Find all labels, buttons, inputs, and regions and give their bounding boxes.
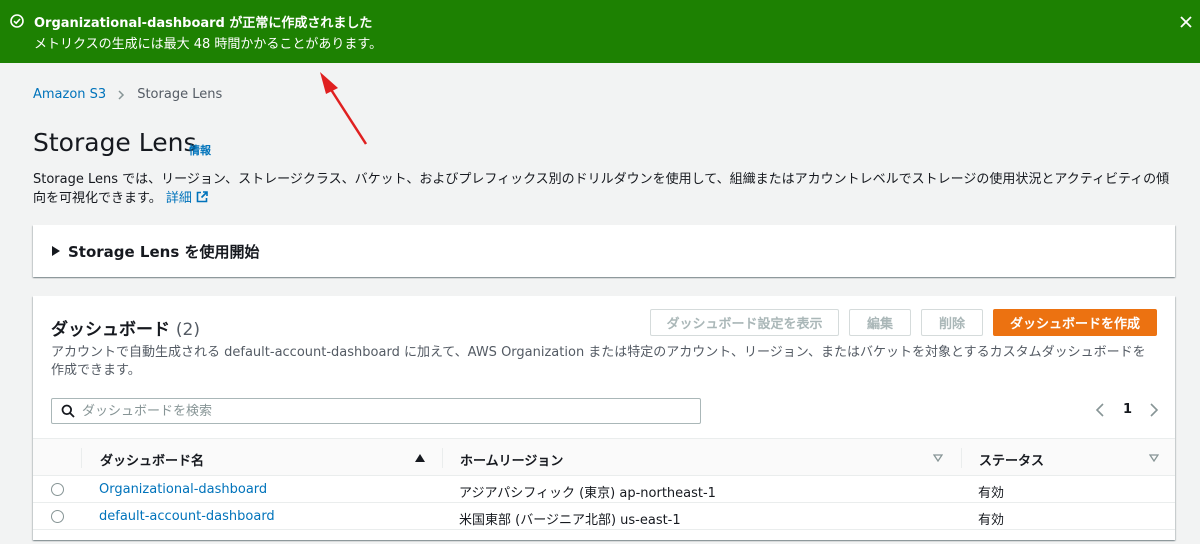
row-radio[interactable] — [51, 510, 64, 523]
search-icon — [61, 404, 75, 418]
search-box — [51, 398, 701, 424]
row-radio[interactable] — [51, 483, 64, 496]
home-region: アジアパシフィック (東京) ap-northeast-1 — [459, 486, 716, 501]
sort-ascending-icon[interactable] — [415, 454, 425, 462]
dashboards-table: ダッシュボード名 ホームリージョン ステータス Organizational-d… — [33, 438, 1175, 530]
page-title: Storage Lens — [33, 128, 197, 157]
home-region: 米国東部 (バージニア北部) us-east-1 — [459, 513, 681, 528]
page-number[interactable]: 1 — [1123, 402, 1132, 417]
table-row[interactable]: Organizational-dashboard アジアパシフィック (東京) … — [33, 476, 1175, 503]
column-header-name[interactable]: ダッシュボード名 — [100, 450, 204, 469]
chevron-right-icon — [118, 89, 125, 100]
external-link-icon — [196, 191, 208, 203]
create-dashboard-button[interactable]: ダッシュボードを作成 — [993, 309, 1157, 336]
chevron-left-icon[interactable] — [1095, 402, 1105, 417]
column-header-region[interactable]: ホームリージョン — [460, 450, 563, 469]
success-flash-banner: Organizational-dashboard が正常に作成されました メトリ… — [0, 0, 1200, 63]
sort-icon[interactable] — [933, 454, 943, 462]
column-separator — [442, 448, 443, 468]
column-header-status[interactable]: ステータス — [979, 450, 1044, 469]
close-icon[interactable] — [1178, 14, 1194, 30]
status: 有効 — [978, 513, 1005, 528]
getting-started-panel[interactable]: Storage Lens を使用開始 — [33, 225, 1175, 277]
learn-more-label: 詳細 — [165, 191, 192, 206]
edit-button[interactable]: 編集 — [849, 309, 911, 336]
annotation-arrow-icon — [320, 72, 368, 145]
flash-message: メトリクスの生成には最大 48 時間かかることがあります。 — [34, 37, 383, 52]
view-settings-button[interactable]: ダッシュボード設定を表示 — [650, 309, 839, 336]
search-input[interactable] — [82, 401, 692, 421]
learn-more-link[interactable]: 詳細 — [166, 191, 208, 206]
dashboard-name-link[interactable]: Organizational-dashboard — [99, 482, 267, 497]
breadcrumb-amazon-s3[interactable]: Amazon S3 — [33, 87, 106, 102]
info-link[interactable]: 情報 — [189, 142, 211, 158]
delete-button[interactable]: 削除 — [921, 309, 983, 336]
flash-title: Organizational-dashboard が正常に作成されました — [34, 16, 373, 31]
page-description: Storage Lens では、リージョン、ストレージクラス、バケット、およびプ… — [33, 170, 1173, 208]
chevron-right-icon[interactable] — [1149, 402, 1159, 417]
caret-right-icon — [52, 246, 60, 256]
dashboards-count: (2) — [175, 320, 201, 340]
breadcrumb: Amazon S3 Storage Lens — [33, 87, 222, 102]
status: 有効 — [978, 486, 1005, 501]
pagination: 1 — [1095, 402, 1159, 417]
breadcrumb-current: Storage Lens — [137, 87, 223, 102]
dashboards-title-text: ダッシュボード — [51, 320, 170, 340]
dashboards-title: ダッシュボード (2) — [51, 315, 200, 340]
getting-started-title: Storage Lens を使用開始 — [68, 243, 260, 261]
table-header: ダッシュボード名 ホームリージョン ステータス — [33, 438, 1175, 476]
dashboard-name-link[interactable]: default-account-dashboard — [99, 509, 275, 524]
sort-icon[interactable] — [1149, 454, 1159, 462]
dashboards-description: アカウントで自動生成される default-account-dashboard … — [51, 345, 1146, 378]
dashboards-panel: ダッシュボード (2) ダッシュボード設定を表示 編集 削除 ダッシュボードを作… — [33, 296, 1175, 540]
table-row[interactable]: default-account-dashboard 米国東部 (バージニア北部)… — [33, 503, 1175, 530]
column-separator — [81, 448, 82, 468]
check-circle-icon — [10, 14, 24, 28]
column-separator — [961, 448, 962, 468]
